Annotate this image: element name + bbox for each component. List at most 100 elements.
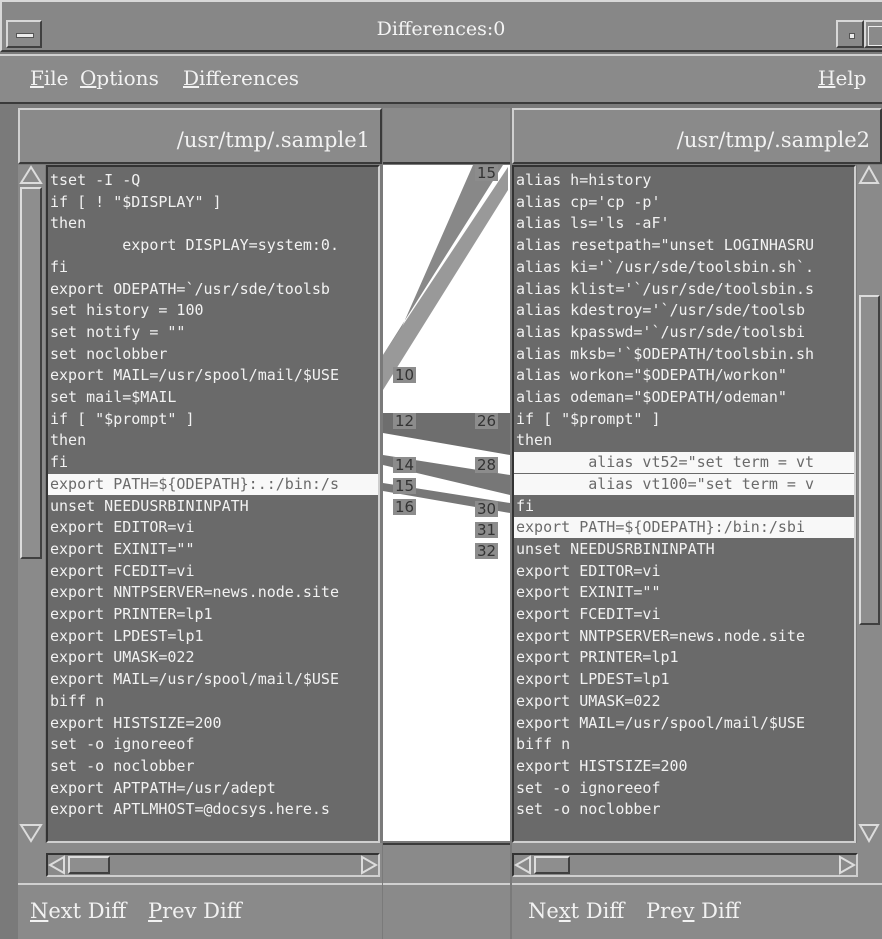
diff-gutter: 10 12 14 15 16 15 26 28 30 31 32 xyxy=(383,165,510,841)
right-code-line: if [ "$prompt" ] xyxy=(516,409,661,428)
left-code-line: unset NEEDUSRBININPATH xyxy=(50,496,249,515)
gutter-left-number: 10 xyxy=(393,366,417,384)
left-code-line: if [ ! "$DISPLAY" ] xyxy=(50,192,222,211)
gutter-right-number: 31 xyxy=(475,521,499,539)
left-code-line: then xyxy=(50,431,87,450)
left-code-line: export PATH=${ODEPATH}:.:/bin:/s xyxy=(48,473,378,495)
left-code-line: export ODEPATH=`/usr/sde/toolsb xyxy=(50,279,330,298)
right-code-line: export MAIL=/usr/spool/mail/$USE xyxy=(516,713,805,732)
right-code-line: alias kdestroy='`/usr/sde/toolsb xyxy=(516,301,805,320)
right-code-line: export FCEDIT=vi xyxy=(516,605,661,623)
left-code-line: export APTPATH=/usr/adept xyxy=(50,778,276,797)
right-prev-diff-button[interactable]: Prev Diff xyxy=(646,899,740,923)
left-code-line: set -o ignoreeof xyxy=(50,735,195,754)
left-code-line: set mail=$MAIL xyxy=(50,388,177,406)
right-code-line: export HISTSIZE=200 xyxy=(516,756,688,775)
left-code-line: biff n xyxy=(50,691,105,710)
right-code-line: alias ki='`/usr/sde/toolsbin.sh`. xyxy=(516,257,815,276)
menu-file[interactable]: File xyxy=(30,66,69,90)
window-title: Differences:0 xyxy=(376,18,506,40)
minimize-icon xyxy=(849,33,855,39)
right-code-line: alias h=history xyxy=(516,171,652,189)
gutter-header xyxy=(383,108,510,164)
right-text-pane[interactable]: alias h=history alias cp='cp -p' alias ls=… xyxy=(512,165,856,843)
right-code-line: alias vt100="set term = v xyxy=(514,473,854,495)
left-prev-diff-button[interactable]: Prev Diff xyxy=(148,899,242,923)
right-hscroll-thumb[interactable] xyxy=(534,856,570,874)
right-code-line: alias cp='cp -p' xyxy=(516,192,661,211)
left-code-line: set noclobber xyxy=(50,344,168,363)
right-vscroll-thumb[interactable] xyxy=(859,295,880,625)
left-hscroll-thumb[interactable] xyxy=(68,856,110,874)
left-code-line: export HISTSIZE=200 xyxy=(50,713,222,732)
right-code-line: export PATH=${ODEPATH}:/bin:/sbi xyxy=(514,517,854,539)
left-code-line: export FCEDIT=vi xyxy=(50,561,195,580)
left-code-line: export PRINTER=lp1 xyxy=(50,605,213,623)
left-file-path: /usr/tmp/.sample1 xyxy=(18,108,382,164)
right-code-line: set -o ignoreeof xyxy=(516,778,661,797)
left-vscroll-thumb[interactable] xyxy=(20,187,42,559)
right-code-line: fi xyxy=(516,496,535,515)
right-code-line: alias kpasswd='`/usr/sde/toolsbi xyxy=(516,322,805,341)
right-code-line: export NNTPSERVER=news.node.site xyxy=(516,626,805,645)
gutter-right-number: 32 xyxy=(475,542,499,560)
right-code-line: unset NEEDUSRBININPATH xyxy=(516,539,715,558)
right-code-line: alias mksb='`$ODEPATH/toolsbin.sh xyxy=(516,344,815,363)
left-code-line: export LPDEST=lp1 xyxy=(50,626,204,645)
right-code-line: set -o noclobber xyxy=(516,800,661,819)
minimize-button[interactable] xyxy=(836,20,864,48)
left-code-line: set history = 100 xyxy=(50,301,204,320)
left-code-line: then xyxy=(50,214,87,233)
left-code-line: export DISPLAY=system:0. xyxy=(50,236,339,255)
right-code-line: alias ls='ls -aF' xyxy=(516,214,670,233)
left-text-pane[interactable]: tset -I -Q if [ ! "$DISPLAY" ] then export… xyxy=(46,165,380,843)
left-horizontal-scrollbar[interactable] xyxy=(46,853,380,877)
left-code-line: export EXINIT="" xyxy=(50,539,195,558)
left-button-bar: Next Diff Prev Diff xyxy=(18,883,382,939)
right-vertical-scrollbar[interactable] xyxy=(857,165,882,843)
left-code-line: export NNTPSERVER=news.node.site xyxy=(50,583,339,602)
left-code-line: tset -I -Q xyxy=(50,171,141,189)
gutter-button-bar xyxy=(383,883,510,939)
right-code-line: export LPDEST=lp1 xyxy=(516,670,670,689)
maximize-icon xyxy=(868,26,882,46)
gutter-footer xyxy=(383,843,510,883)
right-horizontal-scrollbar[interactable] xyxy=(512,853,858,877)
right-code-line: biff n xyxy=(516,735,571,754)
right-code-line: alias klist='`/usr/sde/toolsbin.s xyxy=(516,279,815,298)
right-code-line: export UMASK=022 xyxy=(516,691,661,710)
menu-help[interactable]: Help xyxy=(818,66,867,90)
right-code-line: export EDITOR=vi xyxy=(516,561,661,580)
right-code-line: alias vt52="set term = vt xyxy=(514,452,854,474)
right-file-path: /usr/tmp/.sample2 xyxy=(512,108,882,164)
left-next-diff-button[interactable]: Next Diff xyxy=(30,899,126,923)
maximize-button[interactable] xyxy=(864,20,882,48)
menu-options[interactable]: Options xyxy=(80,66,159,90)
right-code-line: alias odeman="$ODEPATH/odeman" xyxy=(516,388,787,406)
gutter-left-number: 15 xyxy=(393,477,417,495)
gutter-right-number: 28 xyxy=(475,456,499,474)
left-code-line: fi xyxy=(50,257,69,276)
menu-differences[interactable]: Differences xyxy=(183,66,299,90)
right-code-line: export EXINIT="" xyxy=(516,583,661,602)
left-code-line: export MAIL=/usr/spool/mail/$USE xyxy=(50,366,339,385)
right-code-line: then xyxy=(516,431,553,450)
gutter-left-number: 16 xyxy=(393,498,417,516)
gutter-right-number: 26 xyxy=(475,412,499,430)
gutter-left-number: 14 xyxy=(393,456,417,474)
left-code-line: set -o noclobber xyxy=(50,756,195,775)
left-code-line: set notify = "" xyxy=(50,322,186,341)
left-code-line: export MAIL=/usr/spool/mail/$USE xyxy=(50,670,339,689)
right-next-diff-button[interactable]: Next Diff xyxy=(528,899,624,923)
right-code-line: alias resetpath="unset LOGINHASRU xyxy=(516,236,815,255)
left-code-line: fi xyxy=(50,453,69,472)
left-code-line: export EDITOR=vi xyxy=(50,518,195,537)
left-code-line: if [ "$prompt" ] xyxy=(50,409,195,428)
right-code-line: alias workon="$ODEPATH/workon" xyxy=(516,366,787,385)
gutter-right-number: 15 xyxy=(475,164,499,182)
right-button-bar: Next Diff Prev Diff xyxy=(512,883,882,939)
left-vertical-scrollbar[interactable] xyxy=(18,165,45,843)
left-code-line: export UMASK=022 xyxy=(50,648,195,667)
gutter-left-number: 12 xyxy=(393,412,417,430)
gutter-right-number: 30 xyxy=(475,500,499,518)
